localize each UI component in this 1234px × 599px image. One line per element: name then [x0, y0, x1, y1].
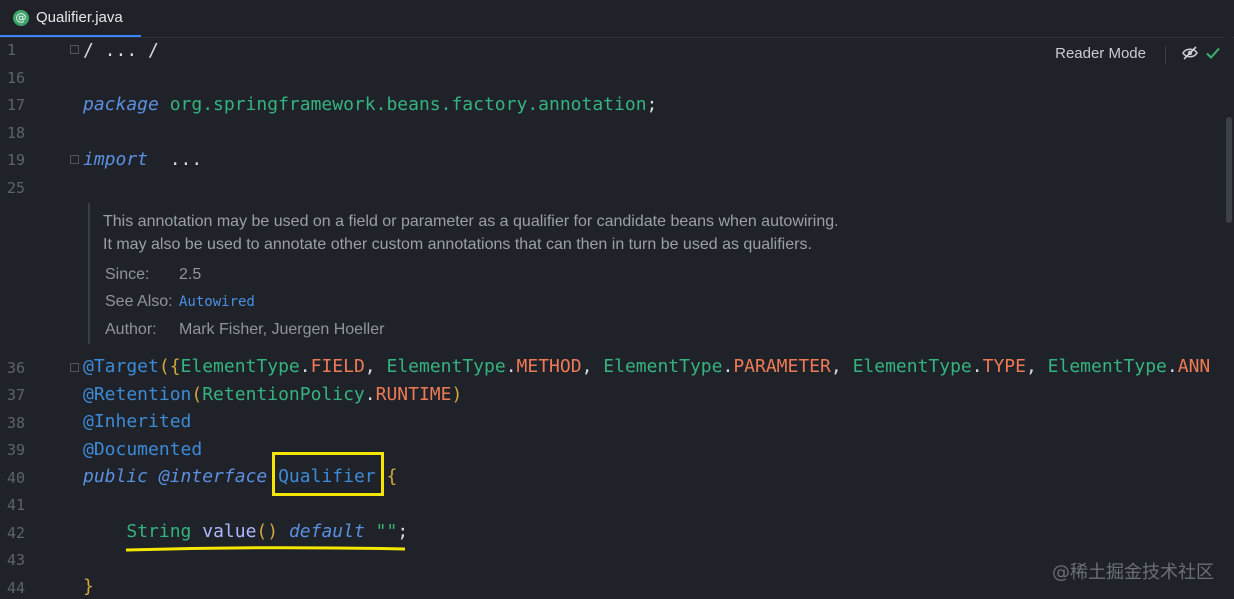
check-icon[interactable]	[1204, 44, 1222, 62]
default-value-string: ""	[375, 521, 398, 542]
class-name: ElementType	[603, 356, 723, 377]
line-number: 36	[7, 359, 26, 377]
javadoc-render-block: This annotation may be used on a field o…	[88, 203, 1050, 344]
enum-constant: TYPE	[982, 356, 1026, 377]
doc-author-value: Mark Fisher, Juergen Hoeller	[179, 321, 385, 338]
string-type: String	[126, 521, 192, 542]
fold-toggle-icon[interactable]	[70, 155, 79, 164]
reader-mode-toolbar: Reader Mode	[1034, 44, 1234, 64]
code-line-44: }	[83, 576, 94, 597]
semicolon: ;	[397, 521, 409, 542]
fold-toggle-icon[interactable]	[70, 363, 79, 372]
code-line-17: package org.springframework.beans.factor…	[83, 94, 657, 115]
line-number: 41	[7, 496, 26, 514]
line-number: 18	[7, 124, 26, 142]
enum-constant: ANN	[1177, 356, 1211, 377]
scrollbar-thumb[interactable]	[1226, 117, 1232, 223]
semicolon: ;	[646, 94, 658, 115]
line-number: 42	[7, 524, 26, 542]
enum-constant: FIELD	[310, 356, 365, 377]
code-line-39: @Documented	[83, 439, 202, 460]
doc-see-also-link[interactable]: Autowired	[179, 294, 255, 310]
enum-constant: METHOD	[516, 356, 582, 377]
method-parens: ()	[256, 521, 279, 542]
class-name: ElementType	[852, 356, 972, 377]
default-keyword: default	[288, 521, 365, 542]
doc-description-line: This annotation may be used on a field o…	[103, 213, 839, 230]
highlight-box-annotation	[272, 452, 384, 496]
annotation-inherited: @Inherited	[83, 411, 192, 432]
watermark: @稀土掘金技术社区	[1052, 562, 1214, 583]
code-line-42: String value() default "";	[83, 521, 408, 542]
code-line-38: @Inherited	[83, 411, 191, 432]
line-number: 43	[7, 551, 26, 569]
doc-see-also-label: See Also:	[105, 293, 173, 310]
paren: (	[191, 384, 203, 405]
class-name: ElementType	[180, 356, 300, 377]
code-line-36: @Target({ElementType.FIELD, ElementType.…	[83, 356, 1211, 377]
code-line-37: @Retention(RetentionPolicy.RUNTIME)	[83, 384, 463, 405]
package-name: org.springframework.beans.factory.annota…	[169, 94, 647, 115]
line-number: 1	[7, 41, 17, 59]
tab-label: Qualifier.java	[36, 9, 123, 26]
class-name: RetentionPolicy	[202, 384, 365, 405]
line-number: 40	[7, 469, 26, 487]
annotation-file-icon: @	[13, 9, 29, 26]
line-number: 38	[7, 414, 26, 432]
enum-constant: RUNTIME	[375, 384, 452, 405]
code-line-1: / ... /	[83, 40, 159, 61]
paren: )	[451, 384, 463, 405]
public-keyword: public	[83, 466, 149, 487]
eye-slash-icon[interactable]	[1181, 44, 1199, 62]
line-number: 39	[7, 441, 26, 459]
package-keyword: package	[83, 94, 159, 115]
file-tab-qualifier[interactable]: @ Qualifier.java	[0, 0, 141, 37]
fold-toggle-icon[interactable]	[70, 45, 79, 54]
import-keyword: import	[83, 149, 149, 170]
line-number: 16	[7, 69, 26, 87]
underline-annotation	[125, 546, 406, 552]
annotation-documented: @Documented	[83, 439, 203, 460]
doc-description-line: It may also be used to annotate other cu…	[103, 236, 812, 253]
doc-since-label: Since:	[105, 266, 150, 283]
folded-header-comment[interactable]: / ... /	[83, 40, 159, 61]
close-brace: }	[83, 576, 94, 597]
doc-since-value: 2.5	[179, 266, 202, 283]
vertical-scrollbar[interactable]	[1224, 37, 1232, 599]
line-number: 44	[7, 579, 26, 597]
class-name: ElementType	[1047, 356, 1167, 377]
line-number-gutter: 1 16 17 18 19 25 36 37 38 39 40 41 42 43…	[0, 37, 70, 599]
enum-constant: PARAMETER	[733, 356, 831, 377]
line-number: 17	[7, 96, 26, 114]
code-line-19: import ...	[83, 149, 202, 170]
line-number: 37	[7, 386, 26, 404]
interface-keyword: @interface	[158, 466, 268, 487]
doc-author-label: Author:	[105, 321, 157, 338]
paren: ({	[158, 356, 181, 377]
reader-mode-button[interactable]: Reader Mode	[1055, 45, 1146, 62]
annotation-target: @Target	[83, 356, 159, 377]
line-number: 19	[7, 151, 26, 169]
open-brace: {	[386, 466, 398, 487]
line-number: 25	[7, 179, 26, 197]
folded-imports[interactable]: ...	[170, 149, 203, 170]
method-name: value	[202, 521, 257, 542]
toolbar-separator	[1165, 46, 1166, 64]
annotation-retention: @Retention	[83, 384, 192, 405]
class-name: ElementType	[386, 356, 506, 377]
editor-tab-bar: @ Qualifier.java	[0, 0, 1234, 38]
